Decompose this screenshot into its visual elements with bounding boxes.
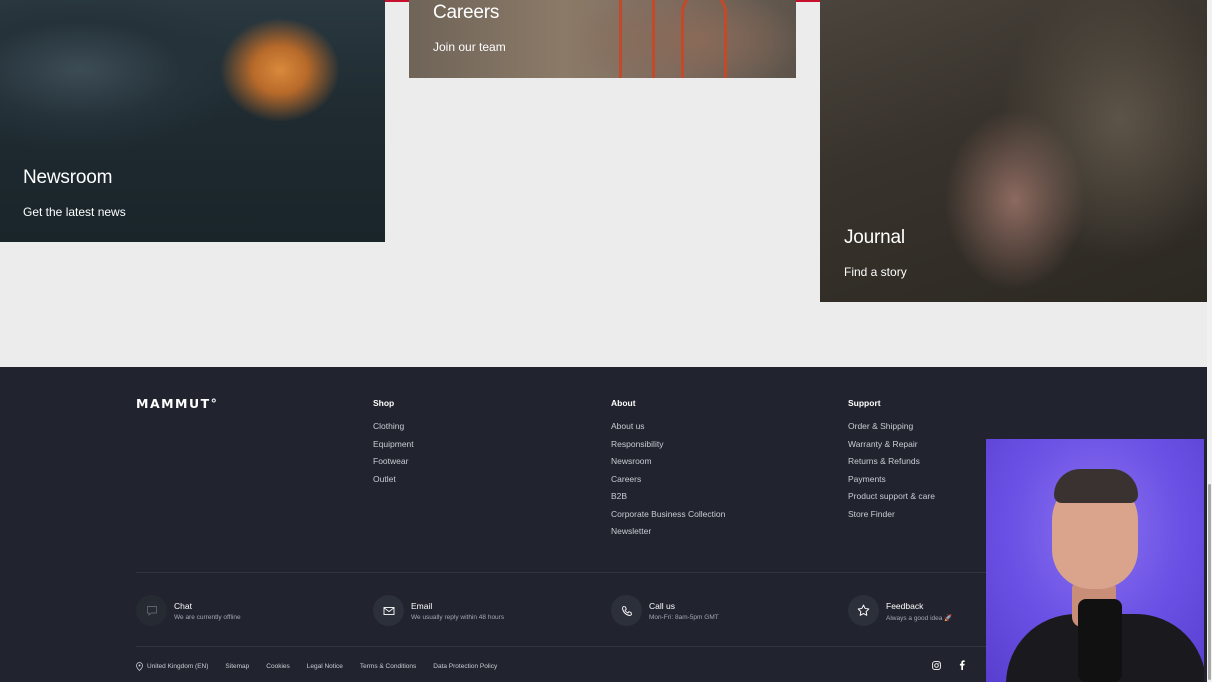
tile-careers-subtitle[interactable]: Join our team: [433, 40, 506, 54]
webcam-overlay: [986, 439, 1204, 682]
tile-careers-title: Careers: [433, 2, 500, 23]
tile-newsroom-subtitle[interactable]: Get the latest news: [23, 205, 126, 219]
star-icon: [848, 595, 879, 626]
footer-legal-link[interactable]: Cookies: [266, 663, 289, 670]
footer-link[interactable]: Clothing: [373, 420, 414, 438]
contact-chat-title: Chat: [174, 601, 192, 611]
instagram-icon[interactable]: [930, 659, 942, 671]
footer-column-about: About About us Responsibility Newsroom C…: [611, 398, 725, 543]
footer-link[interactable]: Careers: [611, 473, 725, 491]
footer-link[interactable]: Warranty & Repair: [848, 438, 935, 456]
location-pin-icon: [136, 661, 143, 671]
region-selector[interactable]: United Kingdom (EN): [136, 661, 209, 671]
footer-divider: [136, 646, 986, 647]
footer-link[interactable]: Payments: [848, 473, 935, 491]
tile-journal-subtitle[interactable]: Find a story: [844, 265, 907, 279]
contact-feedback-note: Always a good idea 🚀: [886, 615, 953, 622]
rope-decoration: [681, 0, 727, 78]
column-heading: Support: [848, 398, 881, 408]
microphone: [1078, 599, 1122, 682]
tile-newsroom[interactable]: Newsroom Get the latest news: [0, 0, 385, 242]
facebook-icon[interactable]: [956, 659, 968, 671]
footer-legal-link[interactable]: Sitemap: [225, 663, 249, 670]
footer-legal-link[interactable]: Terms & Conditions: [360, 663, 416, 670]
footer-column-shop: Shop Clothing Equipment Footwear Outlet: [373, 398, 414, 490]
footer-legal-link[interactable]: Data Protection Policy: [433, 663, 497, 670]
tile-careers[interactable]: Careers Join our team: [409, 0, 796, 78]
contact-email-title: Email: [411, 601, 433, 611]
footer-link[interactable]: Newsletter: [611, 525, 725, 543]
footer-link[interactable]: Store Finder: [848, 508, 935, 526]
tile-journal-title: Journal: [844, 227, 905, 248]
contact-email-note: We usually reply within 48 hours: [411, 614, 505, 621]
footer-link[interactable]: Product support & care: [848, 490, 935, 508]
chat-bubble-icon: [136, 595, 167, 626]
footer-link[interactable]: Footwear: [373, 455, 414, 473]
column-heading: About: [611, 398, 636, 408]
footer-link[interactable]: B2B: [611, 490, 725, 508]
tile-journal[interactable]: Journal Find a story: [820, 0, 1207, 302]
rope-decoration: [619, 0, 655, 78]
footer-link[interactable]: Equipment: [373, 438, 414, 456]
footer-link[interactable]: Responsibility: [611, 438, 725, 456]
footer-link[interactable]: Order & Shipping: [848, 420, 935, 438]
contact-call-hours: Mon-Fri: 8am-5pm GMT: [649, 614, 719, 621]
envelope-icon: [373, 595, 404, 626]
footer-column-support: Support Order & Shipping Warranty & Repa…: [848, 398, 935, 525]
scrollbar-thumb[interactable]: [1208, 484, 1211, 680]
promo-tiles: Newsroom Get the latest news Careers Joi…: [0, 0, 1207, 367]
footer-link[interactable]: Outlet: [373, 473, 414, 491]
contact-feedback-title: Feedback: [886, 601, 924, 611]
tile-newsroom-title: Newsroom: [23, 167, 113, 188]
footer-link[interactable]: Newsroom: [611, 455, 725, 473]
column-heading: Shop: [373, 398, 395, 408]
footer-link[interactable]: Returns & Refunds: [848, 455, 935, 473]
region-label: United Kingdom (EN): [147, 662, 209, 670]
footer-bottom-bar: United Kingdom (EN) Sitemap Cookies Lega…: [136, 660, 514, 672]
presenter-hair: [1054, 469, 1138, 503]
footer-link[interactable]: Corporate Business Collection: [611, 508, 725, 526]
contact-call-title: Call us: [649, 601, 675, 611]
footer-link[interactable]: About us: [611, 420, 725, 438]
mammut-logo[interactable]: MAMMUT°: [136, 396, 218, 411]
contact-chat-status: We are currently offline: [174, 614, 241, 621]
footer-divider: [136, 572, 986, 573]
footer-legal-link[interactable]: Legal Notice: [307, 663, 343, 670]
phone-icon: [611, 595, 642, 626]
